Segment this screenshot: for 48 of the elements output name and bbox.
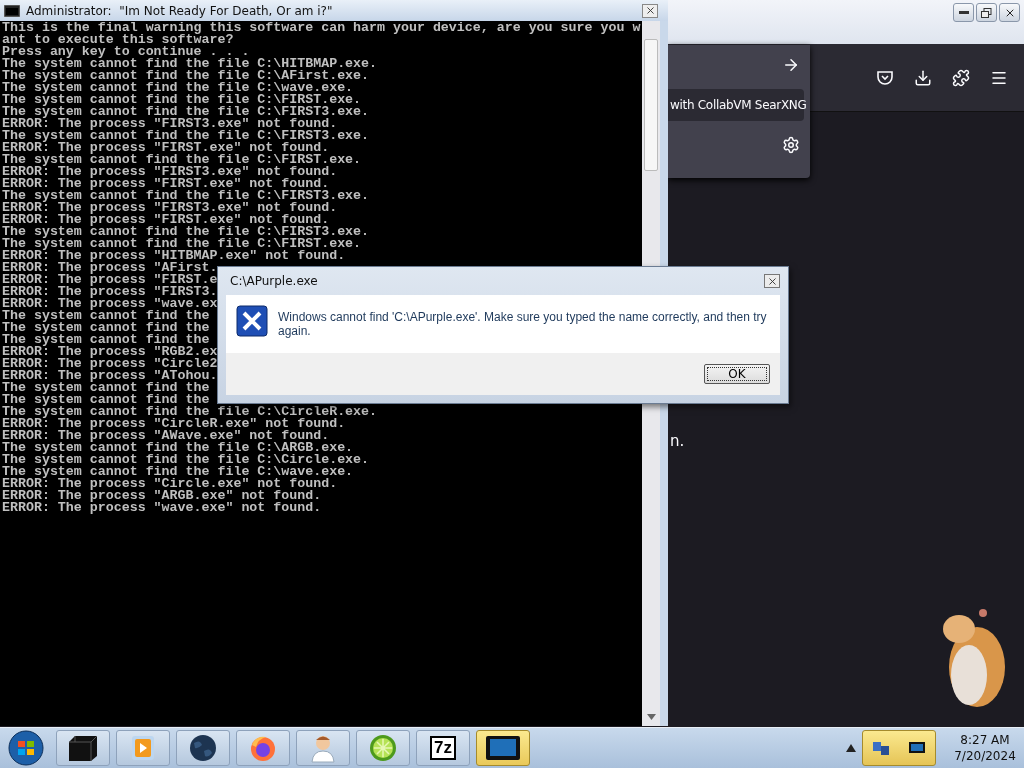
- console-line: ERROR: The process "FIRST3.: [1, 286, 218, 298]
- dialog-title: C:\APurple.exe: [230, 274, 318, 288]
- console-line: The system cannot find the file C:\FIRST.exe.: [1, 238, 362, 250]
- console-line: ant to execute this software?: [1, 34, 234, 46]
- console-line: ERROR: The process "ATohou.: [1, 370, 218, 382]
- console-line: The system cannot find the file C:\CircleR.exe.: [1, 406, 378, 418]
- console-line: The system cannot find the file C:\Circle.exe.: [1, 454, 370, 466]
- console-line: ERROR: The process "AFirst.: [1, 262, 218, 274]
- error-message: Windows cannot find 'C:\APurple.exe'. Make sure you typed the name correctly, and then try again.: [278, 309, 768, 338]
- console-line: The system cannot find the file C:\ARGB.exe.: [1, 442, 354, 454]
- archive-logo: 7z: [430, 736, 456, 760]
- console-line: ERROR: The process "CircleR.exe" not found.: [1, 418, 346, 430]
- console-line: ERROR: The process "Circle.exe" not found.: [1, 478, 338, 490]
- console-line: ERROR: The process "FIRST3.exe" not found.: [1, 118, 338, 130]
- clock-date: 7/20/2024: [954, 748, 1016, 764]
- console-line: ERROR: The process "HITBMAP.exe" not found.: [1, 250, 346, 262]
- console-line: ERROR: The process "FIRST.exe" not found.: [1, 142, 330, 154]
- window-title: Administrator: "Im Not Ready For Death, Or am i?": [26, 3, 334, 18]
- console-line: The system cannot find the: [1, 334, 210, 346]
- console-line: The system cannot find the file C:\wave.exe.: [1, 466, 354, 478]
- console-line: ERROR: The process "AWave.exe" not found.: [1, 430, 330, 442]
- console-line: The system cannot find the file C:\wave.exe.: [1, 82, 354, 94]
- console-line: The system cannot find the file C:\HITBMAP.exe.: [1, 58, 378, 70]
- console-line: The system cannot find the file C:\FIRST.exe.: [1, 154, 362, 166]
- console-line: Press any key to continue . . .: [1, 46, 250, 58]
- console-line: The system cannot find the file C:\AFirst.exe.: [1, 70, 370, 82]
- console-line: ERROR: The process "Circle2: [1, 358, 218, 370]
- console-line: ERROR: The process "wave.exe" not found.: [1, 502, 322, 514]
- console-line: The system cannot find the file C:\FIRST3.exe.: [1, 190, 370, 202]
- console-line: ERROR: The process "FIRST3.exe" not found.: [1, 166, 338, 178]
- console-line: The system cannot find the file C:\FIRST3.exe.: [1, 130, 370, 142]
- console-line: ERROR: The process "RGB2.ex: [1, 346, 218, 358]
- page-text: n.: [670, 432, 685, 450]
- console-line: The system cannot find the: [1, 382, 210, 394]
- console-line: ERROR: The process "wave.ex: [1, 298, 218, 310]
- console-line: The system cannot find the: [1, 322, 210, 334]
- clock-time: 8:27 AM: [960, 732, 1010, 748]
- console-line: The system cannot find the file C:\FIRST.exe.: [1, 94, 362, 106]
- console-line: ERROR: The process "FIRST.e: [1, 274, 218, 286]
- console-line: ERROR: The process "FIRST.exe" not found.: [1, 214, 330, 226]
- console-line: ERROR: The process "FIRST.exe" not found.: [1, 178, 330, 190]
- console-line: ERROR: The process "FIRST3.exe" not found.: [1, 202, 338, 214]
- console-line: This is the final warning this software can harm your device, are you sure you w: [1, 22, 641, 34]
- console-line: The system cannot find the file C:\FIRST3.exe.: [1, 106, 370, 118]
- console-line: The system cannot find the file C:\FIRST3.exe.: [1, 226, 370, 238]
- console-line: The system cannot find the: [1, 394, 210, 406]
- console-line: The system cannot find the: [1, 310, 210, 322]
- console-line: ERROR: The process "ARGB.exe" not found.: [1, 490, 322, 502]
